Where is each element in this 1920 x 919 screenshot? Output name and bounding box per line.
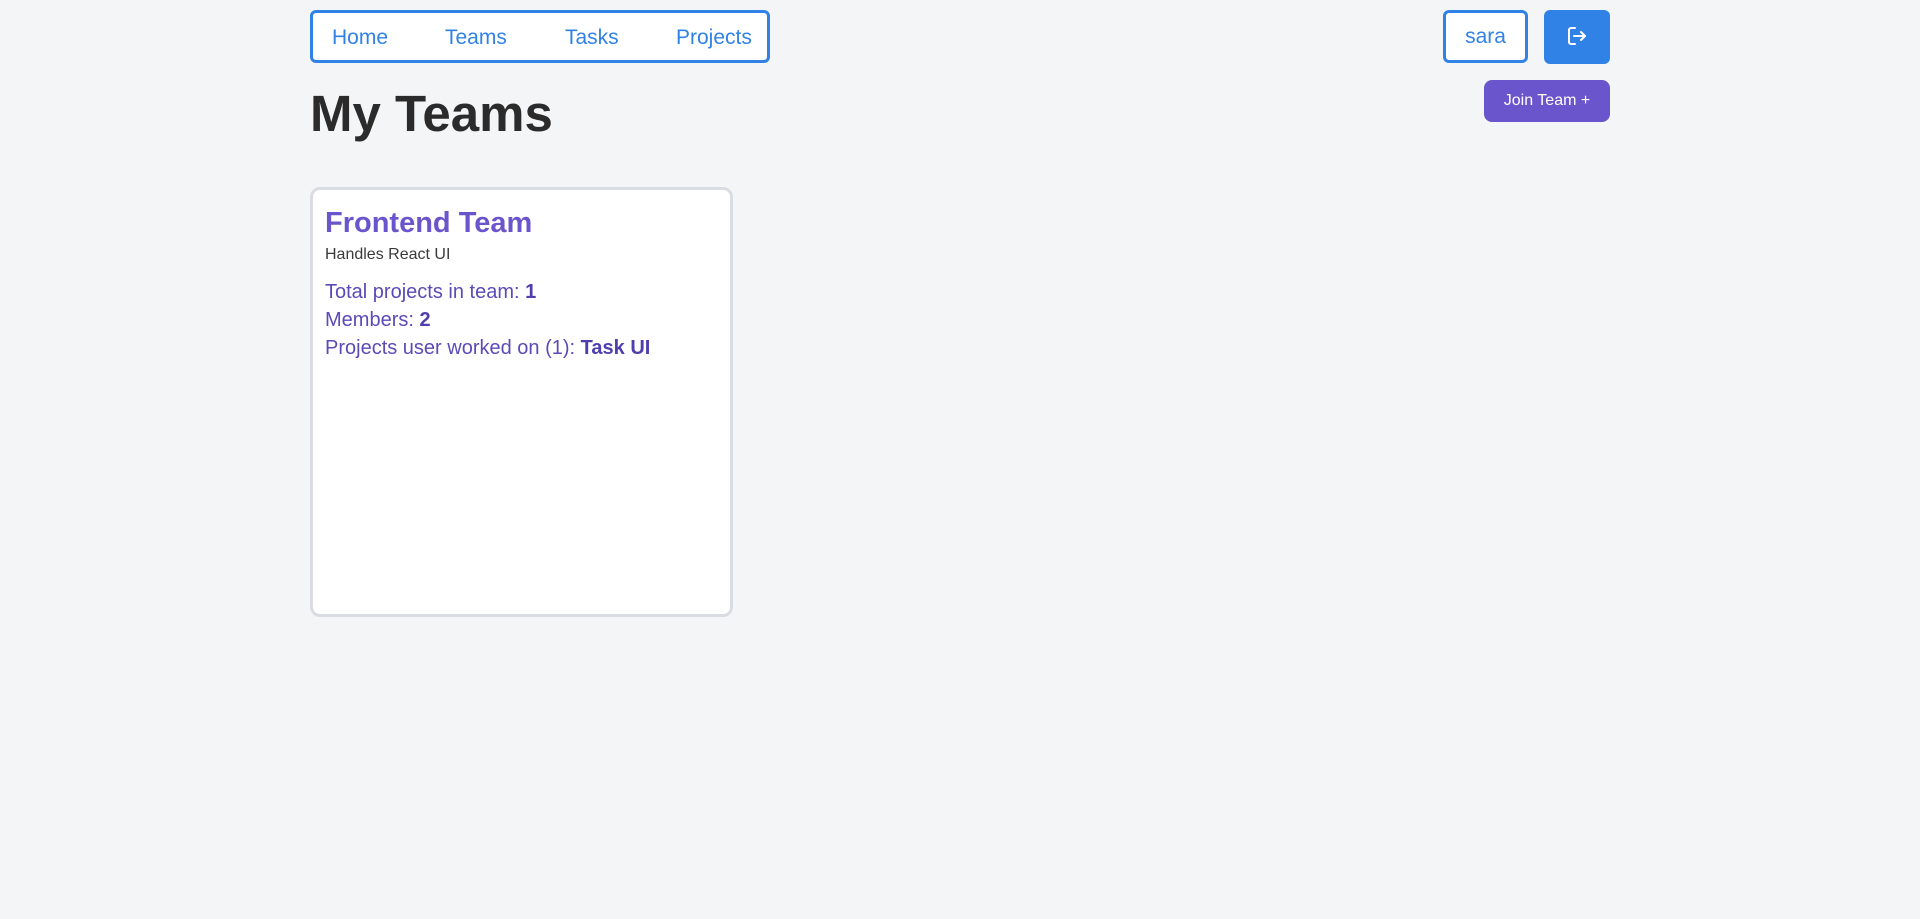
page: Home Teams Tasks Projects sara My Teams … [0,0,1920,919]
user-profile-button[interactable]: sara [1443,10,1528,63]
worked-on-value: Task UI [580,337,651,359]
members-line: Members: 2 [325,306,718,334]
team-stats: Total projects in team: 1 Members: 2 Pro… [325,278,718,362]
members-value: 2 [419,309,431,331]
worked-on-line: Projects user worked on (1): Task UI [325,334,718,362]
team-name[interactable]: Frontend Team [325,206,718,240]
nav-item-tasks[interactable]: Tasks [565,26,619,50]
username-label: sara [1465,24,1506,48]
join-team-button[interactable]: Join Team + [1484,80,1610,122]
team-card[interactable]: Frontend Team Handles React UI Total pro… [310,187,733,617]
total-projects-line: Total projects in team: 1 [325,278,718,306]
total-projects-label: Total projects in team: [325,281,526,303]
top-nav: Home Teams Tasks Projects [310,10,770,63]
worked-on-label: Projects user worked on (1): [325,337,581,359]
page-title: My Teams [310,85,553,142]
nav-item-teams[interactable]: Teams [445,26,507,50]
members-label: Members: [325,309,420,331]
team-description: Handles React UI [325,246,451,263]
nav-item-projects[interactable]: Projects [676,26,752,50]
logout-icon [1565,24,1589,51]
total-projects-value: 1 [525,281,537,303]
logout-button[interactable] [1544,10,1610,64]
nav-item-home[interactable]: Home [332,26,388,50]
